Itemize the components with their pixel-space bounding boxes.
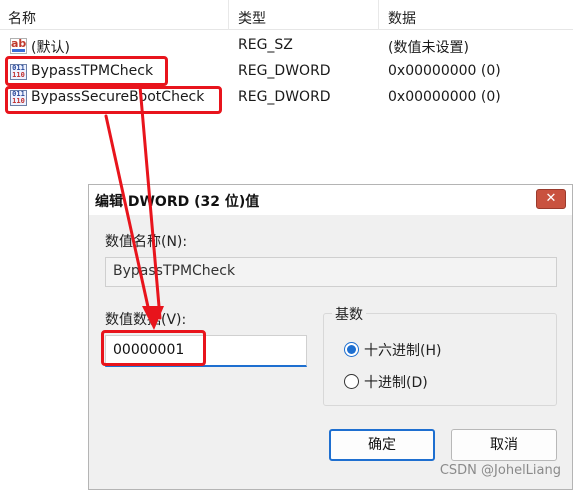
annotation-highlight-value-data: [101, 330, 206, 366]
annotation-highlight-secureboot: [5, 86, 222, 114]
value-name-field: BypassTPMCheck: [105, 257, 557, 287]
annotation-highlight-tpm: [5, 56, 168, 86]
radio-hexadecimal[interactable]: [344, 342, 359, 357]
column-header-type[interactable]: 类型: [238, 8, 266, 28]
value-type: REG_DWORD: [238, 89, 331, 105]
list-header: 名称 类型 数据: [0, 0, 573, 30]
column-divider[interactable]: [228, 0, 229, 30]
radio-hexadecimal-label[interactable]: 十六进制(H): [364, 340, 441, 360]
close-icon: ✕: [545, 191, 557, 206]
value-name-label: 数值名称(N):: [105, 234, 188, 250]
radio-decimal[interactable]: [344, 374, 359, 389]
value-data-label: 数值数据(V):: [105, 312, 187, 328]
radio-decimal-label[interactable]: 十进制(D): [364, 372, 428, 392]
close-button[interactable]: ✕: [536, 189, 566, 209]
column-header-data[interactable]: 数据: [388, 8, 416, 28]
value-data: 0x00000000 (0): [388, 63, 501, 79]
dialog-titlebar[interactable]: 编辑 DWORD (32 位)值 ✕: [89, 185, 572, 215]
value-data: 0x00000000 (0): [388, 89, 501, 105]
watermark: CSDN @JohelLiang: [439, 463, 561, 478]
value-name: (默认): [31, 40, 70, 56]
string-value-icon: ab: [10, 38, 27, 54]
column-divider[interactable]: [378, 0, 379, 30]
ok-button[interactable]: 确定: [329, 429, 435, 461]
column-header-name[interactable]: 名称: [8, 8, 36, 28]
base-groupbox: 基数 十六进制(H) 十进制(D): [323, 304, 557, 406]
string-icon-text: ab: [11, 37, 27, 50]
dialog-title: 编辑 DWORD (32 位)值: [95, 194, 260, 210]
value-type: REG_SZ: [238, 37, 293, 53]
value-data: (数值未设置): [388, 40, 469, 56]
value-type: REG_DWORD: [238, 63, 331, 79]
cancel-button[interactable]: 取消: [451, 429, 557, 461]
base-group-label: 基数: [332, 304, 366, 324]
